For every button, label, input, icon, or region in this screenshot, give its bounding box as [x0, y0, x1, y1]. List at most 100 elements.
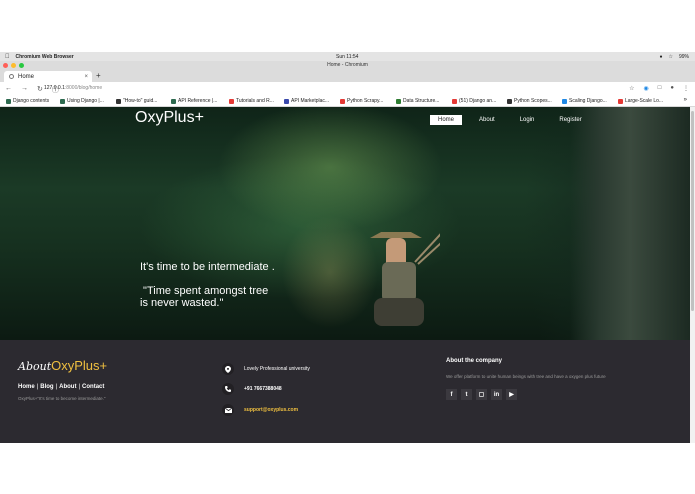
social-links: f t ▢ in ▶	[446, 389, 517, 400]
profile-icon[interactable]: ●	[670, 85, 674, 92]
bookmark-favicon-icon	[116, 98, 121, 104]
contact-address: Lovely Professional university	[222, 363, 310, 375]
nav-register[interactable]: Register	[551, 115, 589, 125]
reload-icon[interactable]: ↻	[37, 85, 43, 95]
bookmark-favicon-icon	[284, 98, 289, 104]
bookmark-item[interactable]: Django contents	[6, 98, 49, 104]
bookmark-favicon-icon	[6, 98, 11, 104]
bookmark-item[interactable]: Python Scrapy...	[340, 98, 383, 104]
site-brand[interactable]: OxyPlus+	[135, 109, 204, 127]
bookmark-item[interactable]: Scaling Django...	[562, 98, 607, 104]
bookmark-label: Python Scopes...	[514, 98, 552, 104]
footer-link-about[interactable]: About	[59, 384, 76, 390]
apple-icon[interactable]: 	[5, 54, 10, 60]
youtube-icon[interactable]: ▶	[506, 389, 517, 400]
contact-email: support@oxyplus.com	[222, 404, 298, 416]
bookmark-item[interactable]: Tutorials and R...	[229, 98, 274, 104]
footer-about-heading: AboutOxyPlus+	[18, 358, 107, 373]
nav-about[interactable]: About	[471, 115, 503, 125]
toolbar: ← → ↻ ⓘ 127.0.0.1:8000/blog/home ☆ ◉ □ ●…	[0, 82, 695, 96]
bookmark-label: Django contents	[13, 98, 50, 104]
bookmark-item[interactable]: Using Django |...	[60, 98, 104, 104]
browser-menu-icon[interactable]: ⋮	[683, 85, 689, 92]
window-titlebar: Home - Chromium	[0, 61, 695, 70]
bookmark-favicon-icon	[229, 98, 234, 104]
bookmark-label: Data Structure...	[403, 98, 440, 104]
extension-square-icon[interactable]: □	[658, 85, 662, 92]
contact-email-link[interactable]: support@oxyplus.com	[244, 407, 298, 413]
tab-home[interactable]: Home ×	[4, 71, 92, 82]
hero-headline: It's time to be intermediate .	[140, 261, 275, 273]
address-bar[interactable]: 127.0.0.1:8000/blog/home	[44, 85, 102, 91]
bookmark-item[interactable]: (51) Django an...	[452, 98, 496, 104]
top-blank-area	[0, 0, 695, 52]
bookmark-item[interactable]: Data Structure...	[396, 98, 439, 104]
bookmark-label: "How-to" guid...	[123, 98, 158, 104]
facebook-icon[interactable]: f	[446, 389, 457, 400]
footer-link-home[interactable]: Home	[18, 384, 35, 390]
bookmark-favicon-icon	[340, 98, 345, 104]
footer-link-separator: |	[55, 384, 58, 390]
contact-phone-text: +91 7667388048	[244, 386, 282, 392]
footer-about-prefix: About	[18, 360, 52, 373]
twitter-icon[interactable]: t	[461, 389, 472, 400]
bookmark-item[interactable]: "How-to" guid...	[116, 98, 157, 104]
bookmark-label: API Marketplac...	[291, 98, 330, 104]
contact-address-text: Lovely Professional university	[244, 366, 310, 372]
bookmark-item[interactable]: Python Scopes...	[507, 98, 552, 104]
hero-quote: "Time spent amongst tree is never wasted…	[140, 285, 269, 309]
scrollbar-thumb[interactable]	[691, 111, 694, 311]
bookmark-label: (51) Django an...	[459, 98, 497, 104]
status-dot-icon[interactable]: ●	[659, 54, 662, 60]
bookmark-favicon-icon	[171, 98, 176, 104]
tab-close-icon[interactable]: ×	[84, 74, 88, 80]
footer-link-blog[interactable]: Blog	[40, 384, 53, 390]
os-clock: Sun 11:54	[336, 53, 359, 60]
footer-link-contact[interactable]: Contact	[82, 384, 104, 390]
footer-about-brand: OxyPlus+	[51, 358, 108, 373]
bookmark-label: Scaling Django...	[569, 98, 607, 104]
new-tab-button[interactable]: +	[96, 71, 101, 80]
back-icon[interactable]: ←	[5, 85, 12, 95]
bookmarks-bar: » Django contents Using Django |... "How-t…	[0, 96, 695, 107]
bookmark-star-icon[interactable]: ☆	[629, 85, 634, 92]
site-footer: AboutOxyPlus+ Home | Blog | About | Cont…	[0, 340, 690, 443]
instagram-icon[interactable]: ▢	[476, 389, 487, 400]
hero-section: OxyPlus+ Home About Login Register It's …	[0, 107, 690, 340]
bookmark-favicon-icon	[618, 98, 623, 104]
boy-with-lantern-image	[370, 232, 440, 326]
bookmarks-more-icon[interactable]: »	[684, 97, 687, 103]
phone-icon	[222, 383, 234, 395]
linkedin-icon[interactable]: in	[491, 389, 502, 400]
window-title: Home - Chromium	[327, 62, 368, 68]
os-menu-bar:  Chromium Web Browser Sun 11:54 ● ☆ 99%	[0, 52, 695, 61]
tab-strip: Home × +	[0, 70, 695, 82]
bookmark-item[interactable]: API Reference |...	[171, 98, 217, 104]
footer-company-description: We offer platform to unite human beings …	[446, 374, 606, 379]
tab-label: Home	[18, 73, 35, 80]
bookmark-favicon-icon	[452, 98, 457, 104]
bookmark-favicon-icon	[562, 98, 567, 104]
bookmark-label: Using Django |...	[67, 98, 104, 104]
bottom-blank-area	[0, 443, 695, 494]
bookmark-label: Large-Scale Lo...	[625, 98, 664, 104]
bookmark-favicon-icon	[396, 98, 401, 104]
tree-trunk-image	[570, 107, 690, 340]
bookmark-item[interactable]: Large-Scale Lo...	[618, 98, 663, 104]
os-status-icons[interactable]: ● ☆ 99%	[659, 54, 689, 60]
nav-home[interactable]: Home	[430, 115, 463, 125]
address-path: :8000/blog/home	[64, 85, 103, 91]
envelope-icon	[222, 404, 234, 416]
bookmark-label: Python Scrapy...	[347, 98, 384, 104]
status-star-icon[interactable]: ☆	[669, 54, 673, 60]
os-app-name[interactable]: Chromium Web Browser	[16, 54, 74, 60]
bookmark-label: Tutorials and R...	[236, 98, 274, 104]
contact-phone: +91 7667388048	[222, 383, 282, 395]
bookmark-item[interactable]: API Marketplac...	[284, 98, 329, 104]
battery-percent[interactable]: 99%	[679, 54, 689, 60]
forward-icon[interactable]: →	[21, 85, 28, 95]
page-scrollbar[interactable]	[690, 107, 695, 443]
nav-login[interactable]: Login	[512, 115, 543, 125]
extension-shield-icon[interactable]: ◉	[644, 85, 649, 92]
footer-link-separator: |	[36, 384, 39, 390]
